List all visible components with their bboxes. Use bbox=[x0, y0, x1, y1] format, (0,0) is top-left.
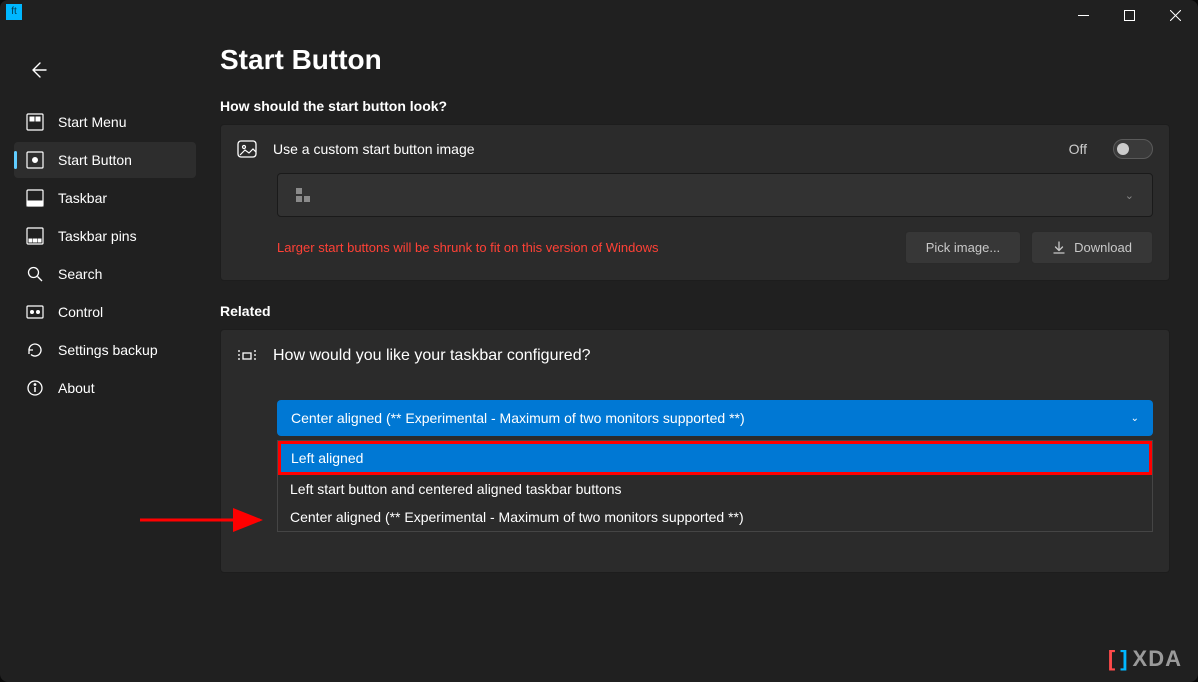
sidebar: Start Menu Start Button Taskbar Taskbar … bbox=[0, 30, 210, 682]
section-label-related: Related bbox=[220, 303, 1170, 319]
dropdown-list: Left aligned Left start button and cente… bbox=[277, 440, 1153, 532]
taskbar-icon bbox=[26, 189, 44, 207]
settings-backup-icon bbox=[26, 341, 44, 359]
sidebar-item-label: About bbox=[58, 380, 95, 396]
custom-image-label: Use a custom start button image bbox=[273, 141, 1053, 157]
chevron-down-icon: ⌄ bbox=[1125, 189, 1134, 202]
sidebar-item-label: Start Menu bbox=[58, 114, 126, 130]
titlebar: ft bbox=[0, 0, 1198, 30]
taskbar-config-label: How would you like your taskbar configur… bbox=[273, 347, 591, 365]
image-icon bbox=[237, 139, 257, 159]
minimize-button[interactable] bbox=[1060, 0, 1106, 30]
dropdown-option-left-start-centered[interactable]: Left start button and centered aligned t… bbox=[278, 475, 1152, 503]
main-content: Start Button How should the start button… bbox=[210, 30, 1198, 682]
sidebar-item-control[interactable]: Control bbox=[14, 294, 196, 330]
sidebar-item-taskbar-pins[interactable]: Taskbar pins bbox=[14, 218, 196, 254]
dropdown-option-left-aligned[interactable]: Left aligned bbox=[278, 441, 1152, 475]
app-window: ft Start Menu Start Button Taskbar bbox=[0, 0, 1198, 682]
start-button-icon bbox=[26, 151, 44, 169]
taskbar-config-card: How would you like your taskbar configur… bbox=[220, 329, 1170, 573]
pick-image-button[interactable]: Pick image... bbox=[905, 231, 1021, 264]
section-label-look: How should the start button look? bbox=[220, 98, 1170, 114]
body: Start Menu Start Button Taskbar Taskbar … bbox=[0, 30, 1198, 682]
sidebar-item-search[interactable]: Search bbox=[14, 256, 196, 292]
start-button-preview-icon bbox=[296, 188, 310, 202]
dropdown-selected[interactable]: Center aligned (** Experimental - Maximu… bbox=[277, 400, 1153, 436]
sidebar-item-label: Taskbar bbox=[58, 190, 107, 206]
warning-text: Larger start buttons will be shrunk to f… bbox=[277, 240, 659, 255]
about-icon bbox=[26, 379, 44, 397]
maximize-button[interactable] bbox=[1106, 0, 1152, 30]
sidebar-item-label: Control bbox=[58, 304, 103, 320]
custom-image-header: Use a custom start button image Off bbox=[221, 125, 1169, 173]
control-icon bbox=[26, 303, 44, 321]
watermark-text: XDA bbox=[1133, 646, 1182, 672]
toggle-state-label: Off bbox=[1069, 141, 1087, 157]
back-button[interactable] bbox=[28, 50, 68, 90]
dropdown-option-center-aligned[interactable]: Center aligned (** Experimental - Maximu… bbox=[278, 503, 1152, 531]
dropdown-selected-text: Center aligned (** Experimental - Maximu… bbox=[291, 410, 745, 426]
image-preview-row[interactable]: ⌄ bbox=[277, 173, 1153, 217]
window-controls bbox=[1060, 0, 1198, 30]
sidebar-item-label: Taskbar pins bbox=[58, 228, 137, 244]
sidebar-item-label: Start Button bbox=[58, 152, 132, 168]
taskbar-pins-icon bbox=[26, 227, 44, 245]
custom-image-toggle[interactable] bbox=[1113, 139, 1153, 159]
download-icon bbox=[1052, 241, 1066, 255]
sidebar-item-start-menu[interactable]: Start Menu bbox=[14, 104, 196, 140]
taskbar-config-header: How would you like your taskbar configur… bbox=[221, 330, 1169, 382]
sidebar-item-label: Settings backup bbox=[58, 342, 158, 358]
close-button[interactable] bbox=[1152, 0, 1198, 30]
watermark-bracket-left: [ bbox=[1108, 646, 1116, 672]
sidebar-item-about[interactable]: About bbox=[14, 370, 196, 406]
watermark-bracket-right: ] bbox=[1120, 646, 1128, 672]
custom-image-body: ⌄ Larger start buttons will be shrunk to… bbox=[221, 173, 1169, 280]
taskbar-alignment-dropdown: Center aligned (** Experimental - Maximu… bbox=[221, 400, 1169, 532]
page-title: Start Button bbox=[220, 44, 1170, 76]
start-menu-icon bbox=[26, 113, 44, 131]
alignment-icon bbox=[237, 346, 257, 366]
chevron-down-icon: ⌄ bbox=[1131, 413, 1139, 424]
watermark: [] XDA bbox=[1108, 646, 1182, 672]
custom-image-card: Use a custom start button image Off ⌄ La… bbox=[220, 124, 1170, 281]
app-icon: ft bbox=[6, 4, 22, 20]
footer-row: Larger start buttons will be shrunk to f… bbox=[277, 231, 1153, 264]
sidebar-item-label: Search bbox=[58, 266, 102, 282]
download-button[interactable]: Download bbox=[1031, 231, 1153, 264]
sidebar-item-settings-backup[interactable]: Settings backup bbox=[14, 332, 196, 368]
search-icon bbox=[26, 265, 44, 283]
titlebar-left: ft bbox=[0, 0, 28, 24]
sidebar-item-start-button[interactable]: Start Button bbox=[14, 142, 196, 178]
sidebar-item-taskbar[interactable]: Taskbar bbox=[14, 180, 196, 216]
